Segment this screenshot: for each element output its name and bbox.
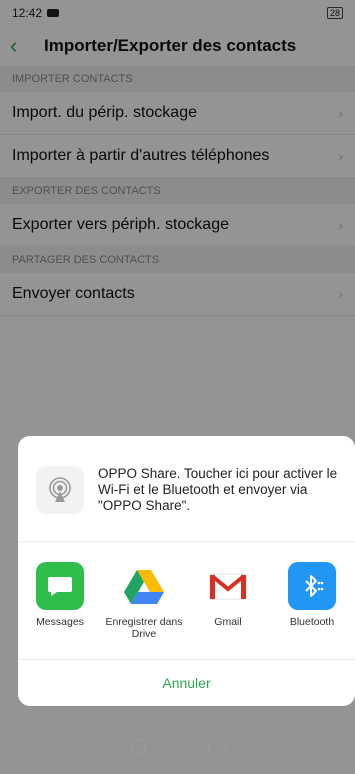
messages-icon — [36, 562, 84, 610]
oppo-share-text: OPPO Share. Toucher ici pour activer le … — [98, 466, 338, 513]
bluetooth-label: Bluetooth — [289, 616, 335, 628]
cancel-button[interactable]: Annuler — [18, 660, 355, 706]
nav-back-button[interactable]: ◁ — [281, 739, 311, 759]
share-sheet: OPPO Share. Toucher ici pour activer le … — [18, 436, 355, 706]
share-app-drive[interactable]: Enregistrer dans Drive — [102, 562, 186, 659]
nav-recents-button[interactable] — [123, 739, 153, 759]
circle-icon — [207, 737, 226, 756]
oppo-share-icon — [36, 466, 84, 514]
messages-label: Messages — [36, 616, 84, 628]
gmail-label: Gmail — [214, 616, 242, 628]
share-app-messages[interactable]: Messages — [18, 562, 102, 659]
navigation-bar: ⌄ ◁ — [0, 724, 355, 774]
gmail-icon — [204, 562, 252, 610]
oppo-share-row[interactable]: OPPO Share. Toucher ici pour activer le … — [18, 436, 355, 542]
share-app-gmail[interactable]: Gmail — [186, 562, 270, 659]
drive-label: Enregistrer dans Drive — [105, 616, 183, 640]
square-icon — [131, 739, 146, 754]
share-app-bluetooth[interactable]: Bluetooth — [270, 562, 354, 659]
nav-down-icon[interactable]: ⌄ — [44, 739, 74, 759]
bluetooth-icon — [288, 562, 336, 610]
share-apps-row: Messages Enregistrer dans Drive Gmail Bl… — [18, 542, 355, 660]
nav-home-button[interactable] — [202, 737, 232, 761]
drive-icon — [120, 562, 168, 610]
